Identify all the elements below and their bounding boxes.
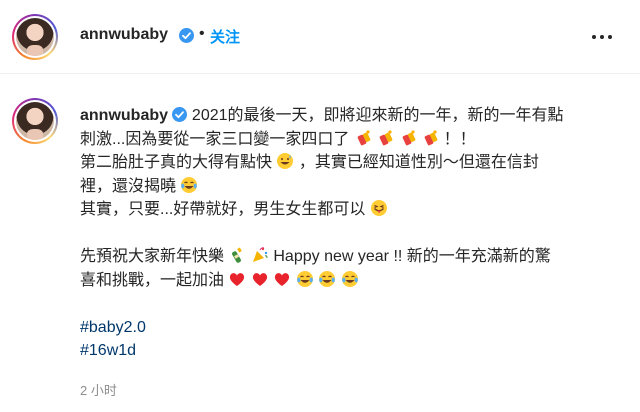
caption-line-2: 刺激...因為要從一家三口變一家四口了 ！！	[80, 128, 628, 152]
post-caption: annwubaby 2021的最後一天，即將迎來新的一年，新的一年有點 刺激..…	[80, 104, 628, 363]
caption-line-7: 喜和挑戰，一起加油	[80, 269, 628, 293]
tears-of-joy-emoji	[180, 176, 198, 194]
caption-text: 其實，只要...好帶就好，男生女生都可以	[80, 201, 366, 218]
firecracker-emoji	[354, 129, 372, 147]
firecracker-emoji	[421, 129, 439, 147]
caption-author-avatar[interactable]	[12, 98, 58, 144]
hashtag-line: #16w1d	[80, 339, 628, 363]
caption-line-1: annwubaby 2021的最後一天，即將迎來新的一年，新的一年有點	[80, 104, 628, 128]
firecracker-emoji	[376, 129, 394, 147]
follow-button[interactable]: 关注	[210, 26, 240, 47]
party-popper-emoji	[251, 246, 269, 264]
caption-username[interactable]: annwubaby	[80, 107, 168, 124]
post-timestamp[interactable]: 2 小时	[80, 380, 117, 399]
grin-sweat-emoji	[276, 152, 294, 170]
caption-text: Happy new year !! 新的一年充滿新的驚	[273, 248, 551, 265]
caption-text: 2021的最後一天，即將迎來新的一年，新的一年有點	[191, 107, 564, 124]
verified-badge-icon	[179, 28, 194, 46]
caption-text: ！！	[443, 130, 476, 148]
hashtag-link[interactable]: #16w1d	[80, 342, 136, 359]
red-heart-emoji	[273, 270, 291, 288]
red-heart-emoji	[251, 270, 269, 288]
tears-of-joy-emoji	[318, 270, 336, 288]
more-options-icon[interactable]	[592, 28, 616, 44]
tongue-wink-emoji	[370, 199, 388, 217]
separator-dot: •	[199, 25, 205, 42]
red-heart-emoji	[228, 270, 246, 288]
tears-of-joy-emoji	[341, 270, 359, 288]
caption-line-3: 第二胎肚子真的大得有點快 ，其實已經知道性別～但還在信封	[80, 151, 628, 175]
caption-line-6: 先預祝大家新年快樂 Happy new year !! 新的一年充滿新的驚	[80, 245, 628, 269]
post-header: annwubaby • 关注	[0, 0, 640, 74]
author-avatar[interactable]	[12, 14, 58, 60]
caption-text: 裡，還沒揭曉	[80, 177, 177, 195]
caption-line-4: 裡，還沒揭曉	[80, 175, 628, 199]
champagne-emoji	[228, 246, 246, 264]
caption-line-5: 其實，只要...好帶就好，男生女生都可以	[80, 198, 628, 222]
tears-of-joy-emoji	[296, 270, 314, 288]
caption-text: 刺激...因為要從一家三口變一家四口了	[80, 130, 350, 148]
caption-text: 第二胎肚子真的大得有點快	[80, 154, 273, 171]
caption-text: ，其實已經知道性別～但還在信封	[298, 154, 539, 171]
firecracker-emoji	[399, 129, 417, 147]
verified-badge-icon	[172, 107, 188, 122]
author-username[interactable]: annwubaby	[80, 26, 168, 44]
caption-text: 先預祝大家新年快樂	[80, 248, 225, 265]
hashtag-line: #baby2.0	[80, 316, 628, 340]
caption-text: 喜和挑戰，一起加油	[80, 271, 225, 289]
hashtag-link[interactable]: #baby2.0	[80, 319, 146, 336]
